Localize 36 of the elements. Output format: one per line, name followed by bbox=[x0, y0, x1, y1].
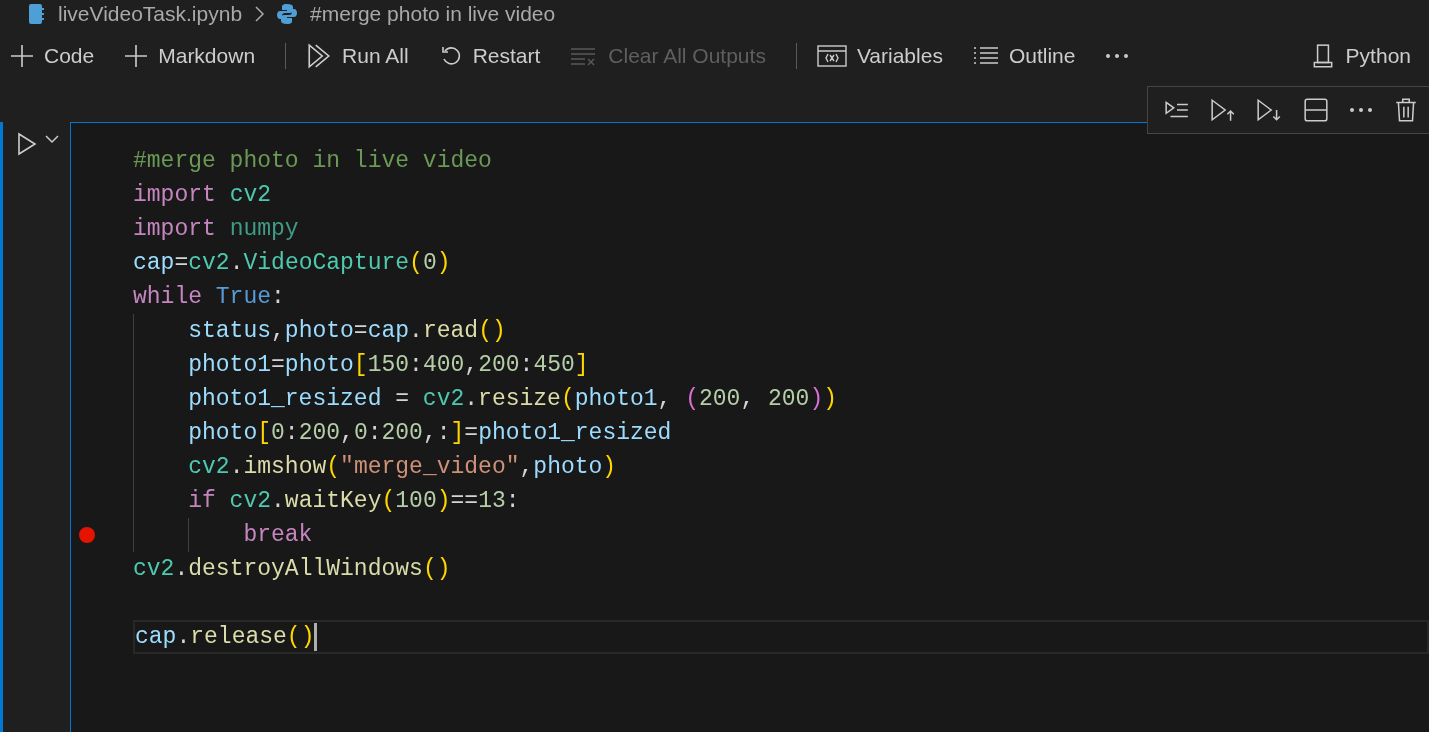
chevron-right-icon bbox=[252, 5, 267, 23]
run-below-icon bbox=[1256, 97, 1283, 123]
code-line: photo1=photo[150:400,200:450] bbox=[188, 351, 590, 380]
code-line: cv2.destroyAllWindows() bbox=[133, 555, 452, 584]
code-line: #merge photo in live video bbox=[133, 147, 493, 176]
toolbar-button[interactable]: Run All bbox=[306, 39, 423, 73]
toolbar-button[interactable]: Restart bbox=[438, 40, 555, 72]
toolbar-button[interactable]: Markdown bbox=[124, 40, 270, 72]
split-cell-icon bbox=[1302, 97, 1329, 123]
toolbar-button[interactable]: Variables bbox=[816, 40, 957, 72]
code-line: import cv2 bbox=[133, 181, 273, 210]
code-line: photo[0:200,0:200,:]=photo1_resized bbox=[188, 419, 673, 448]
plus-icon bbox=[10, 44, 34, 68]
variables-icon bbox=[816, 44, 847, 68]
chevron-down-icon[interactable] bbox=[44, 132, 60, 146]
more-icon bbox=[1105, 53, 1130, 59]
breadcrumb-item[interactable]: #merge photo in live video bbox=[310, 2, 556, 26]
toolbar-button[interactable]: Code bbox=[10, 40, 109, 72]
python-icon bbox=[276, 3, 299, 25]
code-line: photo1_resized = cv2.resize(photo1, (200, 200)) bbox=[188, 385, 839, 414]
code-line: cap=cv2.VideoCapture(0) bbox=[133, 249, 452, 278]
code-line: while True: bbox=[133, 283, 286, 312]
code-line: cv2.imshow("merge_video",photo) bbox=[188, 453, 618, 482]
breadcrumb-item[interactable]: liveVideoTask.ipynb bbox=[58, 2, 243, 26]
toolbar-button[interactable]: Outline bbox=[972, 40, 1090, 72]
run-cell-button[interactable] bbox=[16, 132, 38, 156]
code-line: import numpy bbox=[133, 215, 300, 244]
plus-icon bbox=[124, 44, 149, 68]
breakpoint-dot[interactable] bbox=[79, 527, 95, 543]
code-line: if cv2.waitKey(100)==13: bbox=[188, 487, 521, 516]
run-above-icon bbox=[1210, 97, 1237, 123]
code-line: break bbox=[243, 521, 314, 550]
more-icon bbox=[1348, 107, 1373, 113]
notebook-icon bbox=[28, 3, 46, 25]
code-line: status,photo=cap.read() bbox=[188, 317, 507, 346]
kernel-button[interactable]: Python bbox=[1309, 39, 1425, 73]
